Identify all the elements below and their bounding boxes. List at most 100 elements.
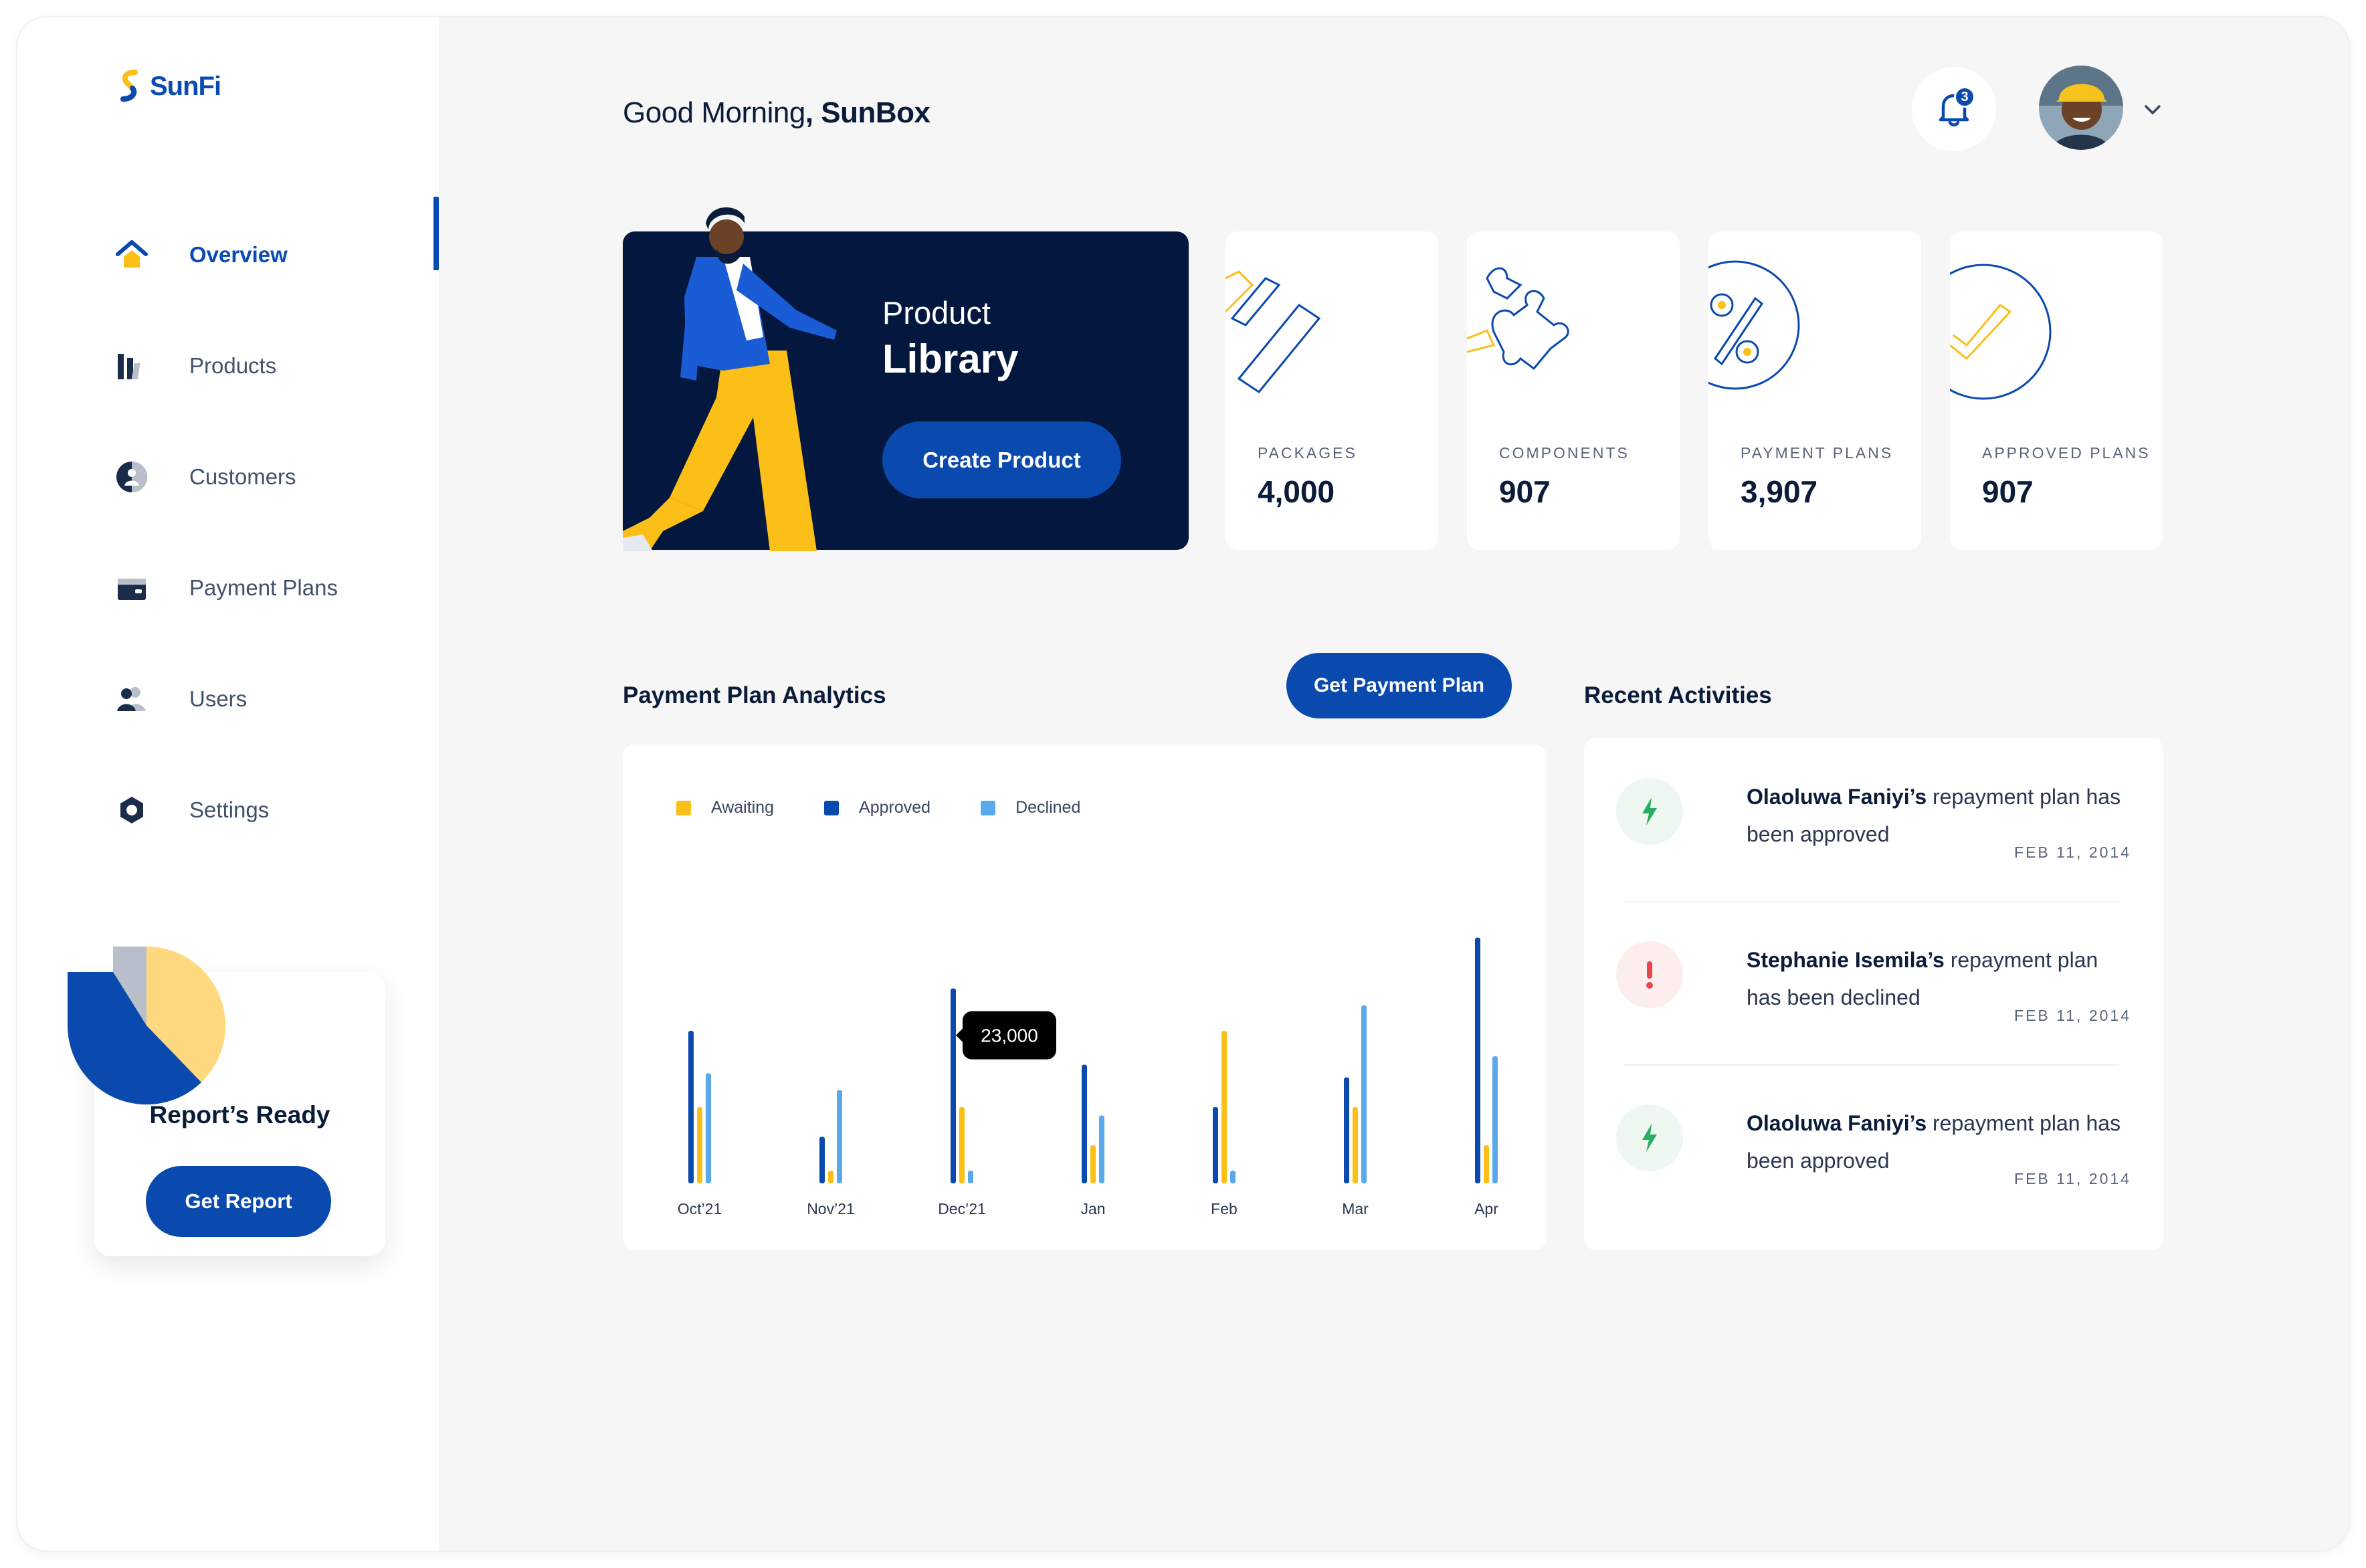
bar-awaiting[interactable] bbox=[1484, 1145, 1489, 1183]
bar-chart-icon bbox=[114, 349, 149, 383]
gear-icon bbox=[114, 793, 149, 827]
activity-item[interactable]: Olaoluwa Faniyi’s repayment plan has bee… bbox=[1616, 1064, 2131, 1228]
stat-value: 3,907 bbox=[1741, 474, 1818, 509]
sidebar: SunFi Overview Products Customers Paymen… bbox=[17, 17, 439, 1551]
sidebar-item-label: Settings bbox=[189, 797, 270, 822]
hero-title: Library bbox=[882, 336, 1019, 381]
activity-item[interactable]: Stephanie Isemila’s repayment plan has b… bbox=[1616, 901, 2131, 1064]
puzzle-icon bbox=[1467, 267, 1569, 371]
bolt-icon bbox=[1616, 1104, 1683, 1171]
bar-awaiting[interactable] bbox=[1221, 1031, 1227, 1183]
recent-activities-title: Recent Activities bbox=[1584, 682, 1772, 708]
brand-logo[interactable]: SunFi bbox=[118, 70, 221, 103]
greeting: Good Morning, SunBox bbox=[623, 96, 930, 130]
bar-declined[interactable] bbox=[1230, 1171, 1236, 1183]
bar-awaiting[interactable] bbox=[697, 1107, 702, 1183]
user-avatar[interactable] bbox=[2039, 66, 2123, 150]
create-product-button[interactable]: Create Product bbox=[882, 421, 1121, 498]
nav-active-indicator bbox=[433, 197, 439, 270]
bar-awaiting[interactable] bbox=[1353, 1107, 1358, 1183]
brand-name: SunFi bbox=[150, 71, 221, 101]
sidebar-item-users[interactable]: Users bbox=[114, 676, 247, 722]
sidebar-item-label: Users bbox=[189, 686, 248, 711]
chart-tooltip: 23,000 bbox=[956, 1011, 1056, 1060]
stat-label: COMPONENTS bbox=[1499, 444, 1630, 462]
payment-plan-chart-card: Awaiting Approved Declined Oct’21 Nov’21 D… bbox=[623, 745, 1547, 1250]
bar-approved[interactable] bbox=[1344, 1077, 1349, 1183]
package-icon bbox=[1225, 270, 1321, 394]
x-tick-label: Jan bbox=[1080, 1200, 1105, 1217]
bar-awaiting[interactable] bbox=[828, 1171, 833, 1183]
bar-declined[interactable] bbox=[968, 1171, 973, 1183]
stat-card-packages[interactable]: PACKAGES 4,000 bbox=[1225, 231, 1438, 550]
bar-approved[interactable] bbox=[1082, 1064, 1087, 1183]
avatar-image bbox=[2039, 66, 2123, 150]
bar-approved[interactable] bbox=[688, 1031, 694, 1183]
bar-approved[interactable] bbox=[819, 1137, 825, 1183]
report-title: Report’s Ready bbox=[149, 1101, 330, 1129]
activity-date: FEB 11, 2014 bbox=[2014, 1170, 2131, 1187]
exclamation-icon bbox=[1616, 941, 1683, 1008]
stat-value: 907 bbox=[1982, 474, 2034, 509]
sidebar-item-overview[interactable]: Overview bbox=[114, 231, 288, 278]
activity-date: FEB 11, 2014 bbox=[2014, 844, 2131, 861]
get-report-button[interactable]: Get Report bbox=[146, 1166, 331, 1237]
percent-icon bbox=[1708, 260, 1800, 390]
bar-declined[interactable] bbox=[1099, 1115, 1104, 1183]
sidebar-item-label: Customers bbox=[189, 464, 296, 489]
greeting-name: , SunBox bbox=[805, 96, 930, 129]
notifications-button[interactable]: 3 bbox=[1912, 67, 1996, 151]
customers-icon bbox=[114, 460, 149, 494]
stat-label: PAYMENT PLANS bbox=[1741, 444, 1894, 462]
sidebar-item-payment-plans[interactable]: Payment Plans bbox=[114, 565, 338, 611]
get-payment-plan-button[interactable]: Get Payment Plan bbox=[1286, 653, 1512, 718]
report-pie-icon bbox=[67, 947, 225, 1105]
bar-declined[interactable] bbox=[837, 1090, 842, 1183]
sidebar-item-settings[interactable]: Settings bbox=[114, 787, 269, 834]
bar-awaiting[interactable] bbox=[959, 1107, 965, 1183]
bar-approved[interactable] bbox=[1213, 1107, 1218, 1183]
sunfi-logo-icon bbox=[120, 70, 138, 102]
sidebar-item-customers[interactable]: Customers bbox=[114, 454, 296, 500]
bar-approved[interactable] bbox=[1475, 937, 1480, 1183]
bar-awaiting[interactable] bbox=[1090, 1145, 1096, 1183]
bolt-icon bbox=[1616, 778, 1683, 845]
activity-item[interactable]: Olaoluwa Faniyi’s repayment plan has bee… bbox=[1616, 738, 2131, 901]
wallet-icon bbox=[114, 571, 149, 605]
x-tick-label: Dec’21 bbox=[938, 1200, 986, 1217]
greeting-prefix: Good Morning bbox=[623, 96, 805, 129]
bar-approved[interactable] bbox=[951, 988, 956, 1183]
app-window: SunFi Overview Products Customers Paymen… bbox=[17, 17, 2349, 1551]
stat-card-payment-plans[interactable]: PAYMENT PLANS 3,907 bbox=[1708, 231, 1921, 550]
check-icon bbox=[1950, 264, 2052, 400]
users-icon bbox=[114, 682, 149, 716]
x-tick-label: Mar bbox=[1342, 1200, 1369, 1217]
x-tick-label: Nov’21 bbox=[807, 1200, 855, 1217]
x-tick-label: Oct’21 bbox=[678, 1200, 722, 1217]
sidebar-item-label: Payment Plans bbox=[189, 575, 338, 600]
home-icon bbox=[114, 237, 149, 272]
chevron-down-icon[interactable] bbox=[2139, 96, 2166, 123]
walking-person-illustration bbox=[623, 207, 837, 551]
activity-text: Olaoluwa Faniyi’s repayment plan has bee… bbox=[1747, 1111, 2121, 1173]
stat-card-approved-plans[interactable]: APPROVED PLANS 907 bbox=[1950, 231, 2163, 550]
stat-value: 907 bbox=[1499, 474, 1551, 509]
activity-text: Olaoluwa Faniyi’s repayment plan has bee… bbox=[1747, 785, 2121, 846]
tooltip-label: 23,000 bbox=[981, 1025, 1038, 1046]
stat-value: 4,000 bbox=[1258, 474, 1335, 509]
bar-chart[interactable]: Oct’21 Nov’21 Dec’21 Jan Feb Mar Apr 23,000 bbox=[623, 745, 1547, 1250]
notification-count-badge: 3 bbox=[1954, 86, 1975, 108]
activity-text: Stephanie Isemila’s repayment plan has b… bbox=[1747, 948, 2098, 1009]
sidebar-item-products[interactable]: Products bbox=[114, 342, 276, 389]
stat-card-components[interactable]: COMPONENTS 907 bbox=[1467, 231, 1680, 550]
bar-declined[interactable] bbox=[1361, 1005, 1367, 1183]
stat-label: PACKAGES bbox=[1258, 444, 1357, 462]
x-tick-label: Apr bbox=[1474, 1200, 1498, 1217]
report-ready-card: Report’s Ready Get Report bbox=[67, 947, 385, 1256]
bar-declined[interactable] bbox=[1492, 1056, 1498, 1183]
bar-declined[interactable] bbox=[706, 1073, 711, 1183]
recent-activities-card: Olaoluwa Faniyi’s repayment plan has bee… bbox=[1584, 738, 2163, 1250]
stat-label: APPROVED PLANS bbox=[1982, 444, 2151, 462]
sidebar-item-label: Overview bbox=[189, 242, 288, 267]
x-tick-label: Feb bbox=[1211, 1200, 1238, 1217]
